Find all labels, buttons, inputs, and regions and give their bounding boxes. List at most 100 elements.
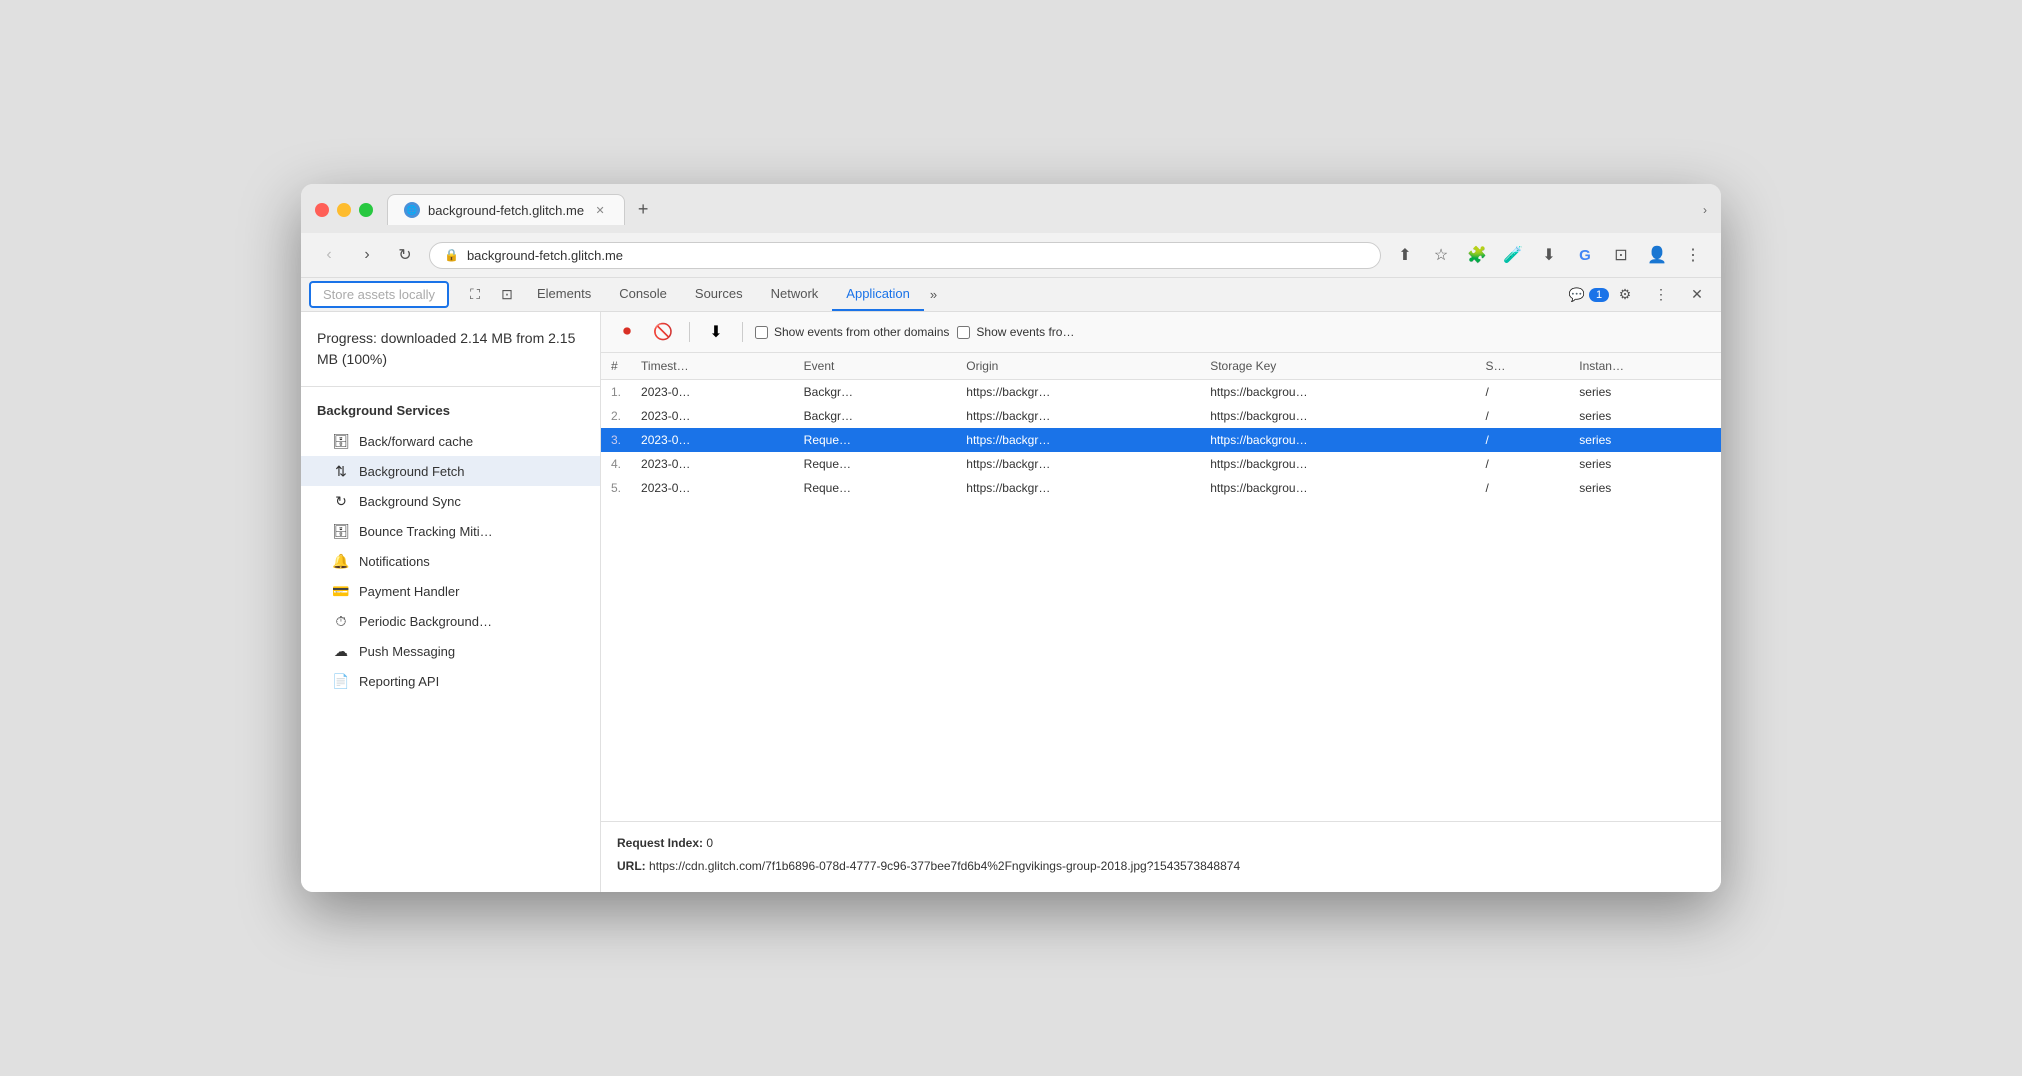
card-icon: 💳	[333, 583, 349, 599]
sidebar-section-header: Background Services	[301, 395, 600, 426]
table-row[interactable]: 3.2023-0…Reque…https://backgr…https://ba…	[601, 428, 1721, 452]
table-cell-5: /	[1475, 380, 1569, 405]
sidebar-item-background-fetch[interactable]: ⇅ Background Fetch	[301, 456, 600, 486]
col-timestamp: Timest…	[631, 353, 794, 380]
menu-icon[interactable]: ⋮	[1679, 241, 1707, 269]
table-row[interactable]: 4.2023-0…Reque…https://backgr…https://ba…	[601, 452, 1721, 476]
show-other-domains-checkbox[interactable]	[755, 326, 768, 339]
devtools-close-icon[interactable]: ✕	[1681, 279, 1713, 311]
maximize-window-button[interactable]	[359, 203, 373, 217]
record-button[interactable]: ⏺	[613, 318, 641, 346]
tab-elements[interactable]: Elements	[523, 278, 605, 311]
toolbar-divider	[689, 322, 690, 342]
request-index-value: 0	[706, 836, 713, 850]
split-view-icon[interactable]: ⊡	[1607, 241, 1635, 269]
sidebar-item-bounce-tracking[interactable]: 🗄 Bounce Tracking Miti…	[301, 516, 600, 546]
tab-sources[interactable]: Sources	[681, 278, 757, 311]
experiment-icon[interactable]: 🧪	[1499, 241, 1527, 269]
tabs-chevron-icon[interactable]: ›	[1703, 203, 1707, 217]
table-header-row: # Timest… Event Origin Storage Key S… In…	[601, 353, 1721, 380]
tab-network[interactable]: Network	[757, 278, 833, 311]
cloud-icon: ☁	[333, 643, 349, 659]
minimize-window-button[interactable]	[337, 203, 351, 217]
table-cell-5: /	[1475, 452, 1569, 476]
table-row[interactable]: 5.2023-0…Reque…https://backgr…https://ba…	[601, 476, 1721, 500]
sidebar-label-push-messaging: Push Messaging	[359, 644, 455, 659]
tabs-row: 🌐 background-fetch.glitch.me ✕ + ›	[387, 194, 1707, 225]
messages-button[interactable]: 💬 1	[1573, 279, 1605, 311]
sidebar-label-payment-handler: Payment Handler	[359, 584, 459, 599]
show-other-domains-checkbox-label[interactable]: Show events from other domains	[755, 325, 949, 339]
table-cell-1: 2023-0…	[631, 476, 794, 500]
bell-icon: 🔔	[333, 553, 349, 569]
table-cell-6: series	[1569, 428, 1721, 452]
google-icon[interactable]: G	[1571, 241, 1599, 269]
devtools-tabs-bar: Store assets locally ⛶ ⊡ Elements Consol…	[301, 278, 1721, 312]
forward-button[interactable]: ›	[353, 241, 381, 269]
reload-button[interactable]: ↻	[391, 241, 419, 269]
sidebar-label-bounce-tracking: Bounce Tracking Miti…	[359, 524, 493, 539]
clear-button[interactable]: 🚫	[649, 318, 677, 346]
sidebar-label-notifications: Notifications	[359, 554, 430, 569]
extensions-icon[interactable]: 🧩	[1463, 241, 1491, 269]
col-instance: Instan…	[1569, 353, 1721, 380]
events-data-table: # Timest… Event Origin Storage Key S… In…	[601, 353, 1721, 500]
sidebar-item-periodic-background[interactable]: ⏱ Periodic Background…	[301, 606, 600, 636]
table-cell-5: /	[1475, 428, 1569, 452]
table-cell-0: 3.	[601, 428, 631, 452]
messages-badge: 1	[1589, 288, 1609, 302]
device-toolbar-icon[interactable]: ⊡	[491, 279, 523, 311]
sidebar-label-periodic-background: Periodic Background…	[359, 614, 492, 629]
devtools-right-icons: 💬 1 ⚙ ⋮ ✕	[1573, 279, 1713, 311]
table-cell-0: 2.	[601, 404, 631, 428]
table-cell-2: Backgr…	[794, 404, 957, 428]
sidebar-item-push-messaging[interactable]: ☁ Push Messaging	[301, 636, 600, 666]
show-events-checkbox-label[interactable]: Show events fro…	[957, 325, 1074, 339]
events-table: # Timest… Event Origin Storage Key S… In…	[601, 353, 1721, 821]
request-index-row: Request Index: 0	[617, 834, 1705, 853]
main-content: Progress: downloaded 2.14 MB from 2.15 M…	[301, 312, 1721, 892]
devtools-menu-icon[interactable]: ⋮	[1645, 279, 1677, 311]
download-icon[interactable]: ⬇	[1535, 241, 1563, 269]
panel-toolbar: ⏺ 🚫 ⬇ Show events from other domains Sho…	[601, 312, 1721, 353]
address-row: ‹ › ↻ 🔒 background-fetch.glitch.me ⬆ ☆ 🧩…	[301, 233, 1721, 278]
sidebar: Background Services 🗄 Back/forward cache…	[301, 387, 600, 704]
sidebar-label-background-fetch: Background Fetch	[359, 464, 465, 479]
download-events-button[interactable]: ⬇	[702, 318, 730, 346]
settings-icon[interactable]: ⚙	[1609, 279, 1641, 311]
sidebar-item-notifications[interactable]: 🔔 Notifications	[301, 546, 600, 576]
sidebar-item-back-forward-cache[interactable]: 🗄 Back/forward cache	[301, 426, 600, 456]
table-row[interactable]: 1.2023-0…Backgr…https://backgr…https://b…	[601, 380, 1721, 405]
url-value: https://cdn.glitch.com/7f1b6896-078d-477…	[649, 859, 1240, 873]
table-cell-5: /	[1475, 404, 1569, 428]
left-panel: Progress: downloaded 2.14 MB from 2.15 M…	[301, 312, 601, 892]
back-button[interactable]: ‹	[315, 241, 343, 269]
sidebar-label-back-forward-cache: Back/forward cache	[359, 434, 473, 449]
url-label: URL:	[617, 859, 646, 873]
show-events-checkbox[interactable]	[957, 326, 970, 339]
new-tab-button[interactable]: +	[629, 196, 657, 224]
inspect-element-icon[interactable]: ⛶	[459, 279, 491, 311]
table-cell-2: Reque…	[794, 476, 957, 500]
sidebar-item-reporting-api[interactable]: 📄 Reporting API	[301, 666, 600, 696]
sidebar-item-background-sync[interactable]: ↻ Background Sync	[301, 486, 600, 516]
store-assets-button[interactable]: Store assets locally	[309, 281, 449, 308]
address-bar[interactable]: 🔒 background-fetch.glitch.me	[429, 242, 1381, 269]
table-cell-2: Reque…	[794, 452, 957, 476]
sidebar-item-payment-handler[interactable]: 💳 Payment Handler	[301, 576, 600, 606]
tab-close-button[interactable]: ✕	[592, 202, 608, 218]
show-other-domains-label: Show events from other domains	[774, 325, 949, 339]
table-row[interactable]: 2.2023-0…Backgr…https://backgr…https://b…	[601, 404, 1721, 428]
close-window-button[interactable]	[315, 203, 329, 217]
tab-console[interactable]: Console	[605, 278, 681, 311]
table-cell-1: 2023-0…	[631, 428, 794, 452]
col-storage-key: Storage Key	[1200, 353, 1475, 380]
bookmark-icon[interactable]: ☆	[1427, 241, 1455, 269]
more-tabs-button[interactable]: »	[924, 279, 943, 310]
tab-title: background-fetch.glitch.me	[428, 203, 584, 218]
browser-tab[interactable]: 🌐 background-fetch.glitch.me ✕	[387, 194, 625, 225]
table-cell-3: https://backgr…	[956, 428, 1200, 452]
profile-icon[interactable]: 👤	[1643, 241, 1671, 269]
share-icon[interactable]: ⬆	[1391, 241, 1419, 269]
tab-application[interactable]: Application	[832, 278, 924, 311]
